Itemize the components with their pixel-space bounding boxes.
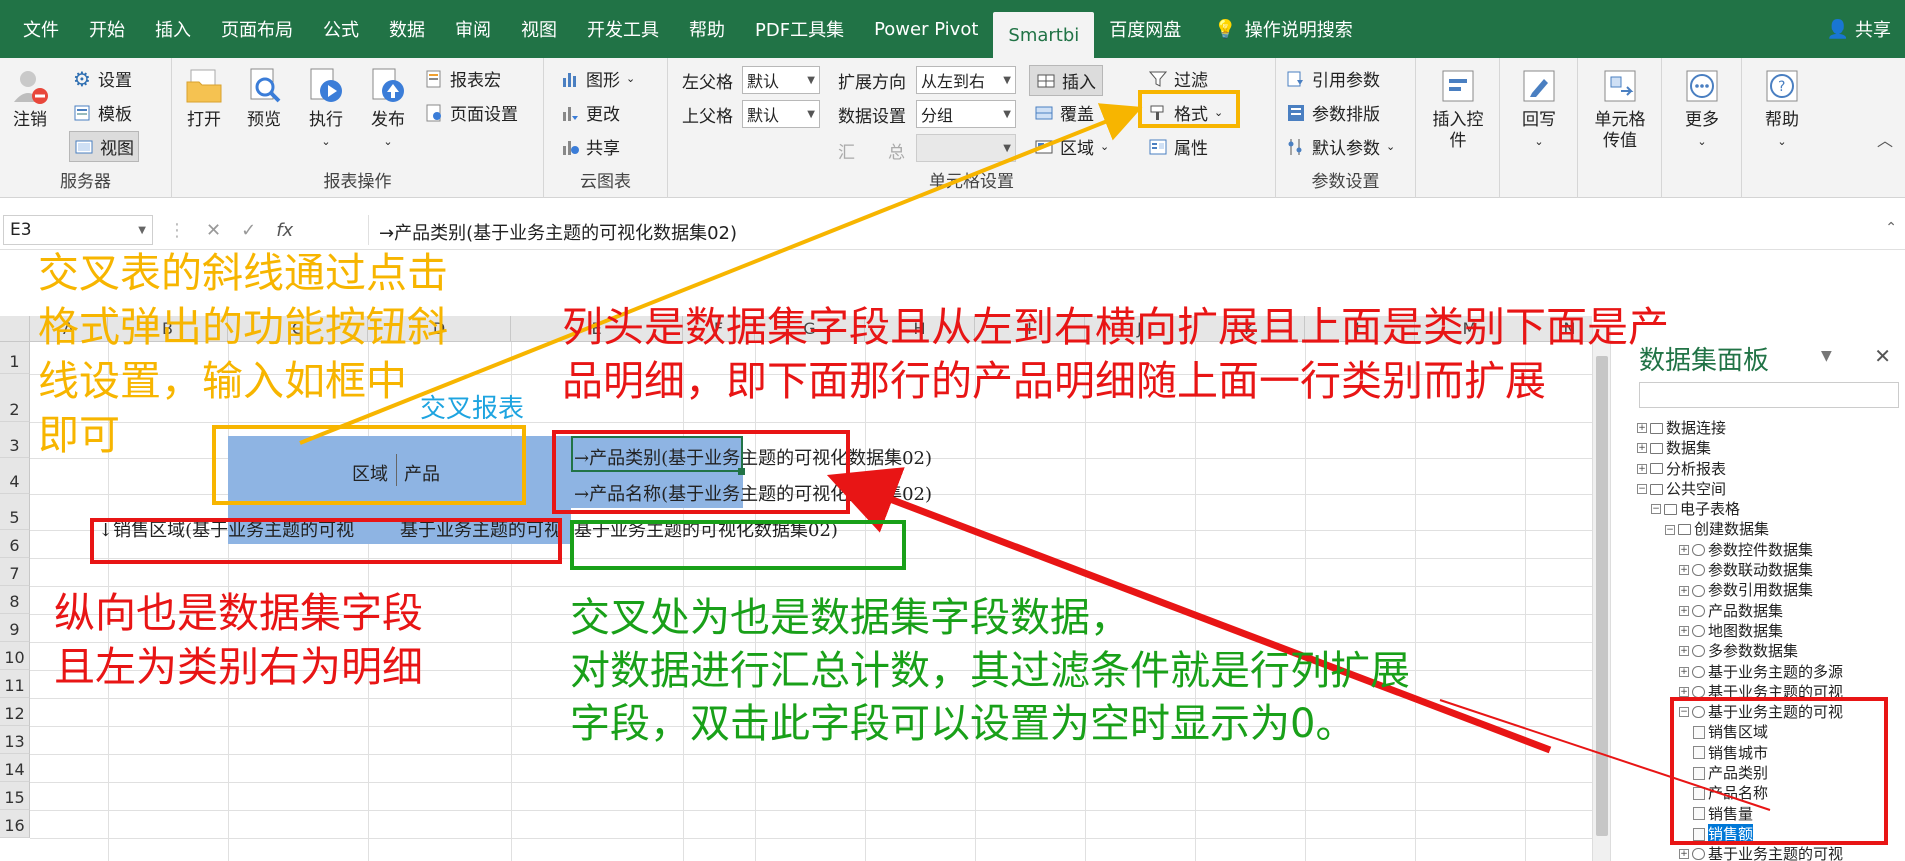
highlight-dataset-fields xyxy=(1670,697,1888,845)
annotation-yellow: 交叉表的斜线通过点击 格式弹出的功能按钮斜 线设置，输入如框中 即可 xyxy=(38,249,448,459)
highlight-format-button xyxy=(1138,90,1240,128)
highlight-row-header xyxy=(90,518,562,564)
excel-window: { "menu": { "tabs": ["文件","开始","插入","页面布… xyxy=(0,0,1905,861)
highlight-intersection xyxy=(570,520,906,570)
annotation-red-top: 列头是数据集字段且从左到右横向扩展且上面是类别下面是产 品明细，即下面那行的产品… xyxy=(562,303,1669,405)
highlight-column-headers xyxy=(552,430,850,514)
annotation-red-left: 纵向也是数据集字段 且左为类别右为明细 xyxy=(54,589,423,691)
annotation-green: 交叉处为也是数据集字段数据， 对数据进行汇总计数，其过滤条件就是行列扩展 字段，… xyxy=(570,595,1410,747)
